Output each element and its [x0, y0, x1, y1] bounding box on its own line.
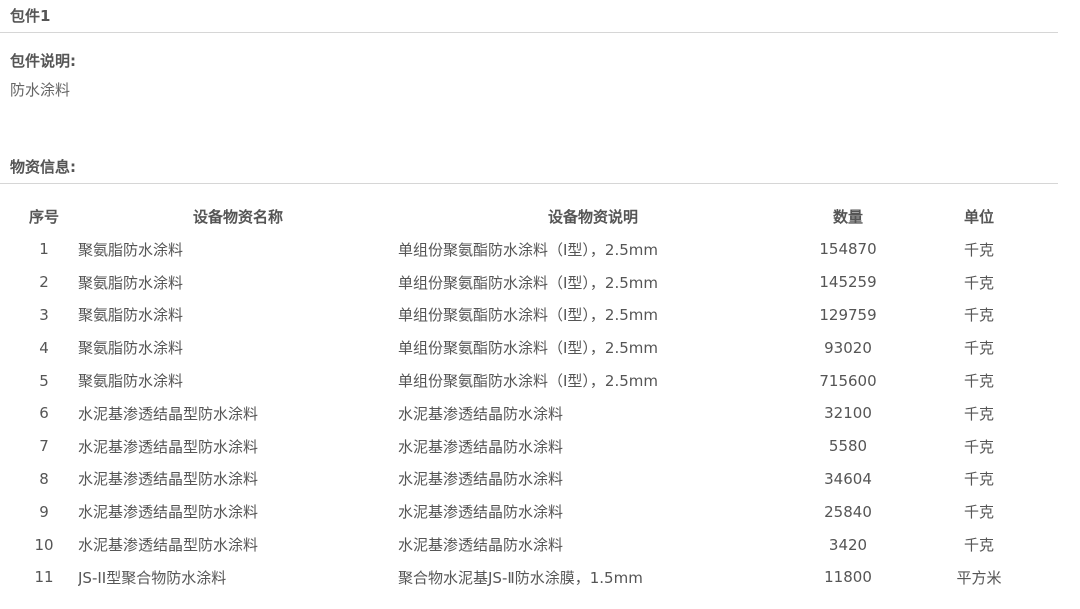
cell-qty: 25840	[824, 502, 872, 521]
header-name: 设备物资名称	[192, 208, 283, 226]
cell-desc: 单组份聚氨酯防水涂料（I型），2.5mm	[398, 306, 659, 325]
cell-qty: 145259	[819, 273, 877, 292]
cell-name: JS-II型聚合物防水涂料	[78, 568, 227, 587]
cell-qty: 3420	[828, 535, 868, 554]
cell-name: 聚氨脂防水涂料	[78, 273, 184, 292]
cell-unit: 千克	[963, 273, 994, 292]
cell-seq: 10	[34, 535, 54, 554]
cell-unit: 千克	[963, 536, 994, 555]
cell-desc: 单组份聚氨酯防水涂料（I型），2.5mm	[398, 372, 659, 391]
table-row: 6 水泥基渗透结晶型防水涂料 水泥基渗透结晶防水涂料 32100 千克	[10, 397, 1050, 430]
cell-desc: 单组份聚氨酯防水涂料（I型），2.5mm	[398, 339, 659, 358]
table-row: 9 水泥基渗透结晶型防水涂料 水泥基渗透结晶防水涂料 25840 千克	[10, 495, 1050, 528]
cell-qty: 129759	[819, 305, 877, 324]
cell-qty: 154870	[819, 240, 877, 259]
cell-name: 聚氨脂防水涂料	[78, 372, 184, 391]
table-row: 2 聚氨脂防水涂料 单组份聚氨酯防水涂料（I型），2.5mm 145259 千克	[10, 266, 1050, 299]
header-unit: 单位	[963, 208, 994, 226]
table-header-row: 序号 设备物资名称 设备物资说明 数量 单位	[10, 200, 1050, 233]
cell-seq: 11	[34, 568, 54, 587]
cell-desc: 水泥基渗透结晶防水涂料	[398, 470, 564, 489]
cell-seq: 7	[39, 437, 49, 456]
cell-seq: 9	[39, 502, 49, 521]
cell-name: 聚氨脂防水涂料	[78, 339, 184, 358]
cell-name: 水泥基渗透结晶型防水涂料	[78, 470, 259, 489]
cell-desc: 单组份聚氨酯防水涂料（I型），2.5mm	[398, 240, 659, 259]
cell-qty: 93020	[824, 338, 872, 357]
cell-qty: 32100	[824, 404, 872, 423]
table-row: 7 水泥基渗透结晶型防水涂料 水泥基渗透结晶防水涂料 5580 千克	[10, 430, 1050, 463]
materials-info-label: 物资信息:	[10, 158, 76, 176]
cell-desc: 水泥基渗透结晶防水涂料	[398, 437, 564, 456]
cell-unit: 千克	[963, 306, 994, 325]
cell-desc: 聚合物水泥基JS-Ⅱ防水涂膜，1.5mm	[398, 568, 643, 587]
cell-desc: 单组份聚氨酯防水涂料（I型），2.5mm	[398, 273, 659, 292]
table-row: 3 聚氨脂防水涂料 单组份聚氨酯防水涂料（I型），2.5mm 129759 千克	[10, 299, 1050, 332]
cell-desc: 水泥基渗透结晶防水涂料	[398, 536, 564, 555]
package-description-text: 防水涂料	[10, 81, 71, 99]
table-row: 4 聚氨脂防水涂料 单组份聚氨酯防水涂料（I型），2.5mm 93020 千克	[10, 331, 1050, 364]
cell-seq: 6	[39, 404, 49, 423]
cell-seq: 2	[39, 273, 49, 292]
cell-name: 水泥基渗透结晶型防水涂料	[78, 503, 259, 522]
package-title: 包件1	[10, 7, 51, 25]
cell-qty: 715600	[819, 371, 877, 390]
cell-unit: 千克	[963, 240, 994, 259]
cell-unit: 千克	[963, 404, 994, 423]
cell-unit: 千克	[963, 437, 994, 456]
cell-seq: 1	[39, 240, 49, 259]
materials-table: 序号 设备物资名称 设备物资说明 数量 单位 1 聚氨脂防水涂料 单组份聚氨酯防…	[10, 200, 1050, 594]
cell-seq: 3	[39, 305, 49, 324]
cell-qty: 34604	[824, 469, 872, 488]
package-description-label: 包件说明:	[10, 52, 76, 70]
cell-unit: 千克	[963, 339, 994, 358]
cell-name: 水泥基渗透结晶型防水涂料	[78, 536, 259, 555]
cell-unit: 千克	[963, 470, 994, 489]
table-row: 8 水泥基渗透结晶型防水涂料 水泥基渗透结晶防水涂料 34604 千克	[10, 463, 1050, 496]
cell-name: 水泥基渗透结晶型防水涂料	[78, 404, 259, 423]
cell-name: 水泥基渗透结晶型防水涂料	[78, 437, 259, 456]
cell-desc: 水泥基渗透结晶防水涂料	[398, 404, 564, 423]
cell-seq: 4	[39, 338, 49, 357]
cell-desc: 水泥基渗透结晶防水涂料	[398, 503, 564, 522]
cell-name: 聚氨脂防水涂料	[78, 306, 184, 325]
cell-qty: 11800	[824, 568, 872, 587]
table-row: 11 JS-II型聚合物防水涂料 聚合物水泥基JS-Ⅱ防水涂膜，1.5mm 11…	[10, 561, 1050, 594]
header-desc: 设备物资说明	[547, 208, 638, 226]
table-row: 10 水泥基渗透结晶型防水涂料 水泥基渗透结晶防水涂料 3420 千克	[10, 528, 1050, 561]
header-qty: 数量	[832, 208, 863, 226]
cell-name: 聚氨脂防水涂料	[78, 240, 184, 259]
header-seq: 序号	[28, 208, 59, 226]
cell-seq: 5	[39, 371, 49, 390]
cell-qty: 5580	[828, 437, 868, 456]
cell-unit: 千克	[963, 503, 994, 522]
cell-unit: 千克	[963, 372, 994, 391]
table-row: 1 聚氨脂防水涂料 单组份聚氨酯防水涂料（I型），2.5mm 154870 千克	[10, 233, 1050, 266]
cell-seq: 8	[39, 469, 49, 488]
materials-divider	[0, 183, 1058, 184]
table-row: 5 聚氨脂防水涂料 单组份聚氨酯防水涂料（I型），2.5mm 715600 千克	[10, 364, 1050, 397]
cell-unit: 平方米	[956, 568, 1002, 587]
package-detail-page: 包件1 包件说明: 防水涂料 物资信息: 序号 设备物资名称 设备物资说明 数量…	[0, 0, 1080, 609]
title-divider	[0, 32, 1058, 33]
